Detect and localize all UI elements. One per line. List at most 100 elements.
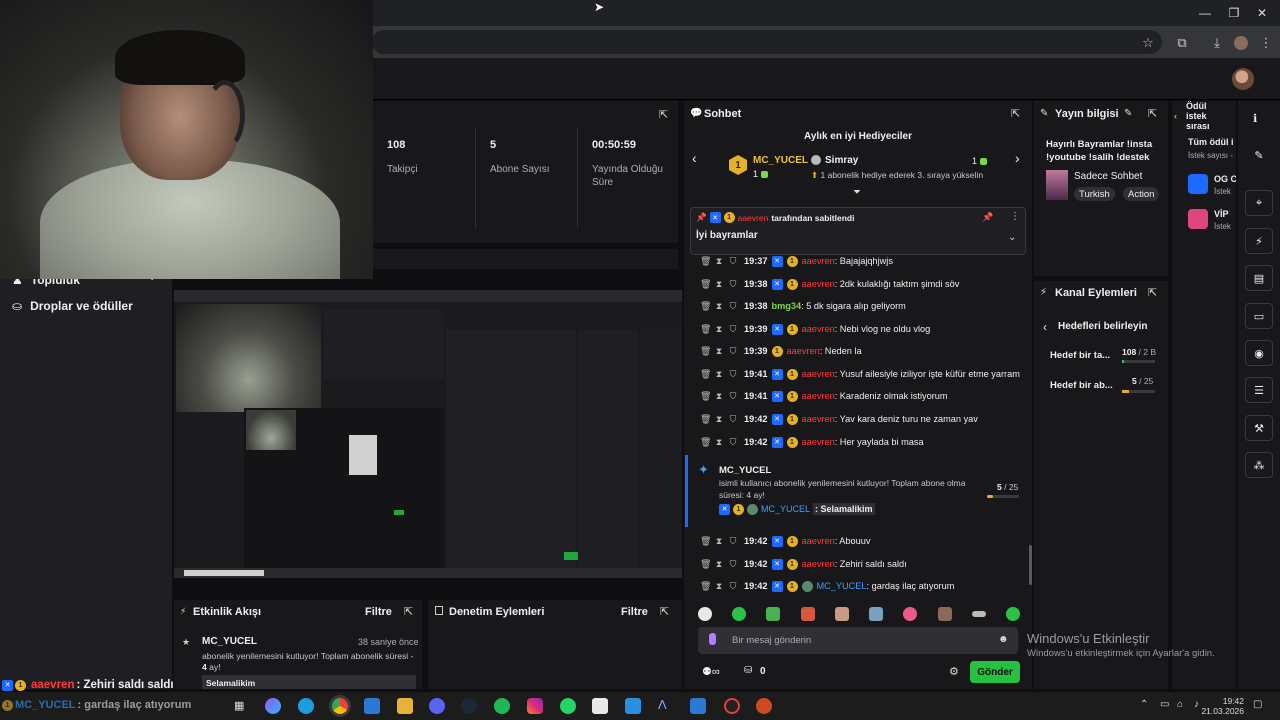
delete-icon[interactable]: 🗑	[700, 437, 711, 448]
chat-message[interactable]: 🗑 ⧗ ⛉ 19:41 ✕ 1 aaevren: Yusuf ailesiyle izi…	[700, 367, 1020, 381]
popout-icon[interactable]: ⇱	[1011, 107, 1020, 120]
close-button[interactable]: ✕	[1252, 4, 1272, 22]
bookmark-star-icon[interactable]: ☆	[1138, 34, 1158, 52]
task-view-icon[interactable]: ▦	[234, 699, 244, 712]
timeout-icon[interactable]: ⧗	[714, 346, 724, 357]
emote-icon[interactable]	[937, 607, 952, 621]
settings-gear-icon[interactable]: ⚙	[949, 665, 959, 678]
reward-icon[interactable]	[1188, 174, 1208, 194]
user-avatar[interactable]	[1232, 68, 1254, 90]
spotify-icon[interactable]	[494, 698, 510, 714]
popout-icon[interactable]: ⇱	[1148, 107, 1157, 120]
emote-icon[interactable]	[834, 607, 849, 621]
edit-icon[interactable]: ✎	[1247, 145, 1271, 165]
ban-icon[interactable]: ⛉	[728, 324, 738, 335]
extensions-icon[interactable]: ⁂	[1245, 452, 1273, 478]
popout-icon[interactable]: ⇱	[404, 605, 413, 618]
delete-icon[interactable]: 🗑	[700, 536, 711, 547]
chat-icon[interactable]: ▭	[1245, 303, 1273, 329]
timeout-icon[interactable]: ⧗	[714, 391, 724, 402]
collapse-icon[interactable]: ⏷	[853, 187, 861, 198]
emote-icon[interactable]	[732, 607, 747, 621]
ban-icon[interactable]: ⛉	[728, 391, 738, 402]
app-icon[interactable]	[756, 698, 772, 714]
chat-message[interactable]: 🗑 ⧗ ⛉ 19:41 ✕ 1 aaevren: Karadeniz olmak ist…	[700, 389, 948, 403]
chat-scrollbar[interactable]	[1029, 545, 1032, 585]
popout-icon[interactable]: ⇱	[660, 605, 669, 618]
chat-message[interactable]: 🗑 ⧗ ⛉ 19:38 bmg34: 5 dk sigara alıp geliyo…	[700, 299, 906, 313]
delete-icon[interactable]: 🗑	[700, 346, 711, 357]
ban-icon[interactable]: ⛉	[728, 559, 738, 570]
goal-label[interactable]: Hedef bir ta...	[1050, 350, 1110, 361]
emote-icon[interactable]	[698, 607, 712, 621]
delete-icon[interactable]: 🗑	[700, 369, 711, 380]
microphone-icon[interactable]	[709, 633, 716, 645]
back-icon[interactable]: ‹	[1043, 320, 1047, 334]
emote-icon[interactable]	[869, 607, 884, 621]
more-options-icon[interactable]: ⋮	[1010, 211, 1020, 222]
broadcast-icon[interactable]: ◉	[1245, 340, 1273, 366]
delete-icon[interactable]: 🗑	[700, 279, 711, 290]
nav-droplar[interactable]: ⛀ Droplar ve ödüller	[12, 299, 133, 313]
profile-avatar[interactable]	[1234, 36, 1248, 50]
network-icon[interactable]: ▭	[1160, 699, 1169, 710]
emote-icon[interactable]	[1005, 607, 1020, 621]
menu-icon[interactable]: ⋮	[1256, 34, 1276, 52]
ban-icon[interactable]: ⛉	[728, 279, 738, 290]
bits-icon[interactable]: ⛁	[744, 665, 752, 676]
gifter2-name[interactable]: Simray	[825, 155, 858, 166]
chat-message[interactable]: 🗑 ⧗ ⛉ 19:37 ✕ 1 aaevren: Bajajajqhjwjs	[700, 254, 893, 268]
chat-message[interactable]: 🗑 ⧗ ⛉ 19:42 ✕ 1 aaevren: Abouuv	[700, 534, 870, 548]
chat-message[interactable]: 🗑 ⧗ ⛉ 19:38 ✕ 1 aaevren: 2dk kulaklığı taktı…	[700, 277, 959, 291]
instagram-icon[interactable]	[527, 698, 543, 714]
document-icon[interactable]	[592, 698, 608, 714]
chat-message[interactable]: 🗑 ⧗ ⛉ 19:39 ✕ 1 aaevren: Nebi vlog ne oldu v…	[700, 322, 930, 336]
download-icon[interactable]: ⤓	[1207, 34, 1227, 52]
chat-message[interactable]: 🗑 ⧗ ⛉ 19:42 ✕ 1 aaevren: Her yaylada bi masa	[700, 435, 924, 449]
gifter1-name[interactable]: MC_YUCEL	[753, 155, 808, 166]
timeout-icon[interactable]: ⧗	[714, 369, 724, 380]
timeout-icon[interactable]: ⧗	[714, 581, 724, 592]
steam-icon[interactable]	[461, 698, 477, 714]
chat-message[interactable]: 🗑 ⧗ ⛉ 19:42 ✕ 1 aaevren: Zehiri saldı saldı	[700, 557, 907, 571]
minimize-button[interactable]: —	[1195, 4, 1215, 22]
wrench-icon[interactable]: ⚒	[1245, 415, 1273, 441]
battery-icon[interactable]: ⌂	[1177, 699, 1183, 710]
timeout-icon[interactable]: ⧗	[714, 437, 724, 448]
ban-icon[interactable]: ⛉	[728, 437, 738, 448]
chevron-right-icon[interactable]: ›	[1015, 150, 1020, 166]
channel-points-icon[interactable]: ⚉∞	[702, 665, 720, 678]
stream-preview[interactable]	[174, 290, 682, 578]
delete-icon[interactable]: 🗑	[700, 581, 711, 592]
obs-icon[interactable]	[724, 698, 740, 714]
emote-icon[interactable]	[903, 607, 918, 621]
delete-icon[interactable]: 🗑	[700, 324, 711, 335]
chevron-down-icon[interactable]: ⌄	[1008, 232, 1016, 243]
delete-icon[interactable]: 🗑	[700, 559, 711, 570]
activity-user[interactable]: MC_YUCEL	[202, 636, 257, 647]
chevron-left-icon[interactable]: ‹	[692, 150, 697, 166]
taskbar-clock[interactable]: 19:42 21.03.2026	[1200, 696, 1244, 716]
tray-chevron-icon[interactable]: ⌃	[1140, 699, 1148, 710]
layout-icon[interactable]: ☰	[1245, 377, 1273, 403]
document-icon[interactable]: ▤	[1245, 265, 1273, 291]
address-bar[interactable]	[372, 30, 1162, 54]
app-icon[interactable]: Ʌ	[658, 697, 667, 712]
whatsapp-icon[interactable]	[560, 698, 576, 714]
folder-icon[interactable]	[397, 698, 413, 714]
notification-icon[interactable]: ▢	[1253, 699, 1262, 710]
vscode-icon[interactable]	[625, 698, 641, 714]
timeout-icon[interactable]: ⧗	[714, 559, 724, 570]
edge-icon[interactable]	[298, 698, 314, 714]
reward-name[interactable]: OG C	[1214, 174, 1236, 184]
ban-icon[interactable]: ⛉	[728, 536, 738, 547]
emoji-icon[interactable]: ☻	[998, 634, 1009, 645]
rewards-all[interactable]: Tüm ödül i	[1188, 137, 1234, 147]
timeout-icon[interactable]: ⧗	[714, 536, 724, 547]
delete-icon[interactable]: 🗑	[700, 391, 711, 402]
emote-icon[interactable]	[971, 611, 986, 617]
info-icon[interactable]: ℹ	[1253, 112, 1257, 125]
delete-icon[interactable]: 🗑	[700, 256, 711, 267]
chat-message[interactable]: 🗑 ⧗ ⛉ 19:42 ✕ 1 aaevren: Yav kara deniz turu…	[700, 412, 978, 426]
delete-icon[interactable]: 🗑	[700, 301, 711, 312]
